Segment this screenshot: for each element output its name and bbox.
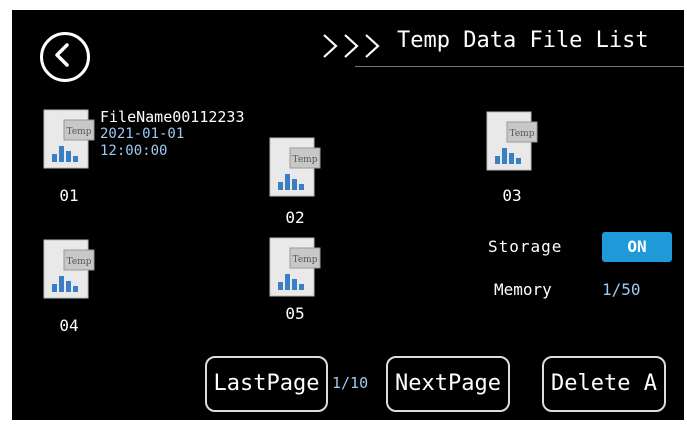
svg-text:Temp: Temp [510,129,535,139]
temp-file-icon: Temp [269,237,321,297]
temp-file-icon: Temp [43,239,95,299]
file-number: 01 [59,186,79,205]
file-item-02[interactable]: Temp 02 [268,136,328,236]
file-info: FileName00112233 2021-01-01 12:00:00 [100,108,280,160]
page-title: Temp Data File List [397,28,649,53]
svg-text:Temp: Temp [293,255,318,265]
memory-label: Memory [494,280,552,299]
screen: Temp Data File List Temp 01 FileName0011… [12,10,684,420]
file-number: 05 [285,304,305,323]
file-number: 03 [502,186,522,205]
storage-label: Storage [488,237,563,256]
file-item-01[interactable]: Temp 01 [42,108,102,208]
file-item-03[interactable]: Temp 03 [485,110,545,210]
page-indicator: 1/10 [332,374,369,392]
last-page-button[interactable]: LastPage [205,356,328,412]
storage-toggle[interactable]: ON [602,232,672,262]
delete-all-button[interactable]: Delete A [542,356,666,412]
chevron-left-icon [55,43,69,67]
file-date: 2021-01-01 [100,126,185,142]
file-time: 12:00:00 [100,143,168,159]
back-button[interactable] [40,32,90,82]
svg-text:Temp: Temp [67,257,92,267]
svg-text:Temp: Temp [293,155,318,165]
memory-value: 1/50 [602,280,641,299]
title-chevrons-icon [323,34,380,58]
file-number: 02 [285,208,305,227]
title-divider [355,66,684,67]
temp-file-icon: Temp [43,109,95,169]
next-page-button[interactable]: NextPage [386,356,510,412]
file-number: 04 [59,316,79,335]
file-item-04[interactable]: Temp 04 [42,238,102,338]
temp-file-icon: Temp [269,137,321,197]
svg-text:Temp: Temp [67,127,92,137]
file-item-05[interactable]: Temp 05 [268,236,328,336]
file-name: FileName00112233 [100,108,245,126]
temp-file-icon: Temp [486,111,538,171]
